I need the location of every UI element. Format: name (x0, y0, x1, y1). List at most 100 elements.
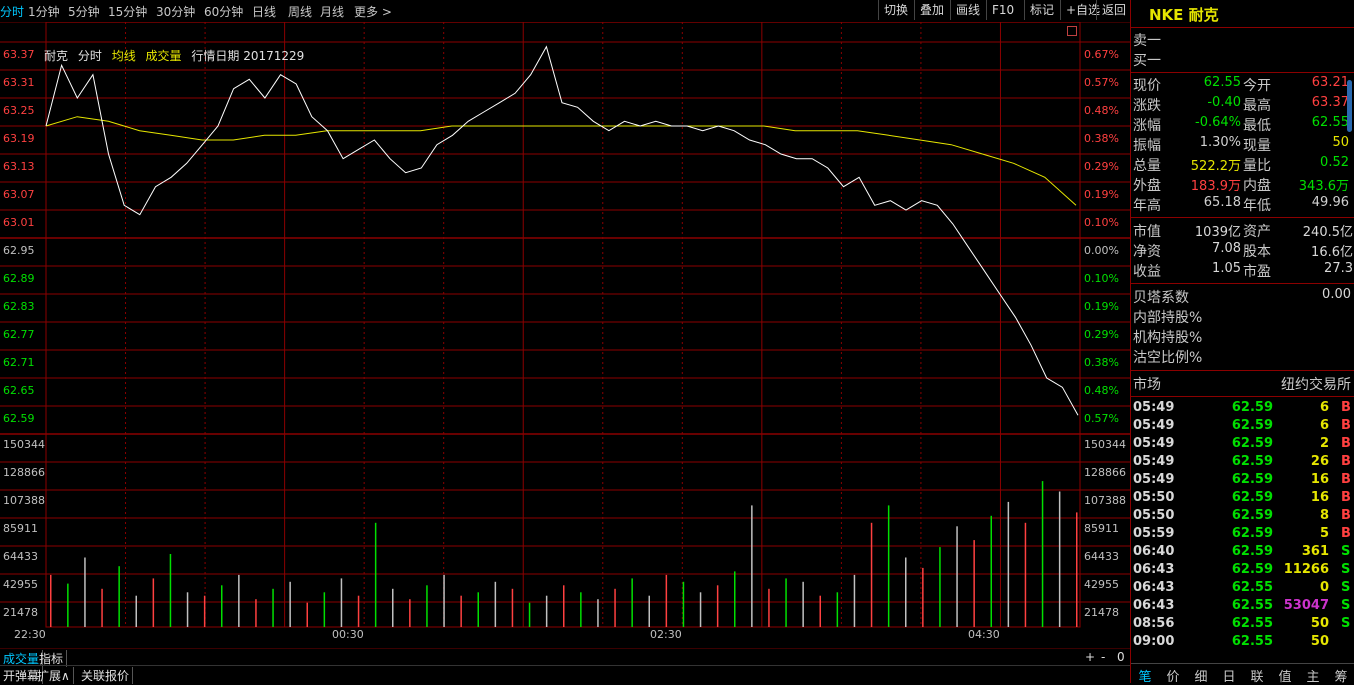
period-tab-7[interactable]: 周线 (288, 3, 312, 20)
fund-label: 股本 (1243, 244, 1271, 260)
volume-bar (84, 557, 86, 627)
fund-value: 1039亿 (1194, 225, 1241, 240)
price-tick-label: 62.59 (3, 412, 35, 425)
volume-bar (289, 581, 291, 627)
mode-label: 分时 (77, 49, 102, 63)
volume-bar (460, 595, 462, 627)
volume-bar (682, 581, 685, 627)
volume-bar (768, 588, 770, 627)
volume-bar (221, 585, 223, 627)
tick-volume: 0 (1319, 580, 1329, 595)
panel-tab-6[interactable]: 主 (1299, 666, 1327, 685)
tick-price: 62.59 (1231, 508, 1273, 523)
period-toolbar: 分时 1分钟 5分钟 15分钟 30分钟 60分钟 日线 周线 月线 更多 > 切换 叠加 画线 F10… (0, 0, 1130, 23)
tick-side: S (1341, 616, 1351, 631)
volume-bar (648, 595, 650, 627)
volume-bar (1058, 491, 1061, 627)
volume-tick-label: 150344 (3, 438, 45, 451)
tick-row: 06:43 62.55 53047 S (1131, 598, 1354, 616)
panel-tab-3[interactable]: 日 (1215, 666, 1243, 685)
tick-side: B (1341, 454, 1351, 469)
toolbar-button-0[interactable]: 切换 (878, 0, 913, 20)
fund-label: 净资 (1133, 244, 1161, 260)
zoom-in-button[interactable]: + (1082, 650, 1098, 664)
tick-side: B (1341, 472, 1351, 487)
price-tick-label: 62.65 (3, 384, 35, 397)
volume-tick-label-right: 85911 (1084, 522, 1119, 535)
toolbar-button-4[interactable]: 标记 (1024, 0, 1059, 20)
volume-bar (597, 599, 599, 627)
average-price-line (45, 116, 1077, 206)
period-tab-3[interactable]: 15分钟 (108, 3, 147, 20)
period-tab-0[interactable]: 分时 (0, 3, 24, 20)
price-tick-label: 63.13 (3, 160, 35, 173)
tick-row: 08:56 62.55 50 S (1131, 616, 1354, 634)
period-tab-4[interactable]: 30分钟 (156, 3, 195, 20)
time-tick-label: 00:30 (332, 628, 364, 641)
tick-time: 06:40 (1133, 544, 1175, 559)
period-tab-5[interactable]: 60分钟 (204, 3, 243, 20)
tick-time: 09:00 (1133, 634, 1175, 649)
fund-value: 240.5亿 (1302, 225, 1353, 240)
period-tab-1[interactable]: 1分钟 (28, 3, 60, 20)
panel-tab-7[interactable]: 筹 (1327, 666, 1354, 685)
stock-name: 耐克 (44, 49, 69, 63)
chart-corner-box[interactable] (1067, 26, 1077, 36)
panel-scrollbar[interactable] (1347, 80, 1352, 132)
quote-label: 今开 (1243, 78, 1271, 94)
price-tick-label: 62.77 (3, 328, 35, 341)
panel-tab-5[interactable]: 值 (1271, 666, 1299, 685)
chart-area[interactable]: 耐克 分时 均线 成交量 行情日期 20171229 63.37 63.31 63.… (0, 21, 1130, 647)
quote-label: 年高 (1133, 198, 1161, 214)
price-tick-label: 62.71 (3, 356, 35, 369)
percent-tick-label: 0.48% (1084, 384, 1119, 397)
volume-bar (443, 574, 445, 627)
quote-value: 50 (1332, 135, 1349, 150)
quote-value: 183.9万 (1190, 179, 1241, 194)
volume-bar (1076, 512, 1078, 627)
related-quotes-button[interactable]: 关联报价 (78, 667, 134, 684)
volume-bar (870, 522, 873, 627)
tick-row: 05:50 62.59 16 B (1131, 490, 1354, 508)
fund-label: 市值 (1133, 224, 1161, 240)
tick-volume: 361 (1301, 544, 1329, 559)
volume-bar (357, 595, 360, 627)
bottom-bar: 开弹幕 扩展∧ 关联报价 (0, 665, 1130, 684)
quote-label: 最低 (1243, 118, 1271, 134)
toolbar-button-1[interactable]: 叠加 (914, 0, 949, 20)
tick-price: 62.59 (1231, 562, 1273, 577)
volume-bar (665, 574, 668, 627)
toolbar-button-6[interactable]: 返回 (1096, 0, 1131, 20)
volume-bar (494, 581, 497, 627)
quote-label: 内盘 (1243, 178, 1271, 194)
tick-time: 06:43 (1133, 580, 1175, 595)
fund-value: 1.05 (1212, 261, 1241, 276)
zoom-out-button[interactable]: - (1098, 650, 1108, 664)
quote-value: -0.40 (1207, 95, 1241, 110)
volume-tick-label-right: 107388 (1084, 494, 1126, 507)
panel-tab-1[interactable]: 价 (1159, 666, 1187, 685)
tick-time: 05:49 (1133, 472, 1175, 487)
volume-bar (101, 588, 103, 627)
panel-tab-0[interactable]: 笔 (1131, 666, 1159, 685)
quote-label: 振幅 (1133, 138, 1161, 154)
panel-tab-4[interactable]: 联 (1243, 666, 1271, 685)
volume-bar (734, 571, 736, 627)
panel-tab-2[interactable]: 细 (1187, 666, 1215, 685)
tick-row: 05:49 62.59 26 B (1131, 454, 1354, 472)
period-tab-9[interactable]: 更多 > (354, 3, 392, 20)
period-tab-2[interactable]: 5分钟 (68, 3, 100, 20)
expand-button[interactable]: 扩展∧ (34, 667, 74, 684)
tick-volume: 16 (1310, 472, 1329, 487)
toolbar-button-3[interactable]: F10 (986, 0, 1019, 20)
toolbar-button-2[interactable]: 画线 (950, 0, 985, 20)
tick-volume: 53047 (1283, 598, 1329, 613)
volume-bar (614, 588, 616, 627)
reset-zoom-button[interactable]: 0 (1114, 650, 1128, 664)
volume-tick-label-right: 64433 (1084, 550, 1119, 563)
time-tick-label: 04:30 (968, 628, 1000, 641)
volume-bar (973, 540, 975, 627)
period-tab-8[interactable]: 月线 (320, 3, 344, 20)
volume-label: 成交量 (145, 49, 182, 63)
period-tab-6[interactable]: 日线 (252, 3, 276, 20)
